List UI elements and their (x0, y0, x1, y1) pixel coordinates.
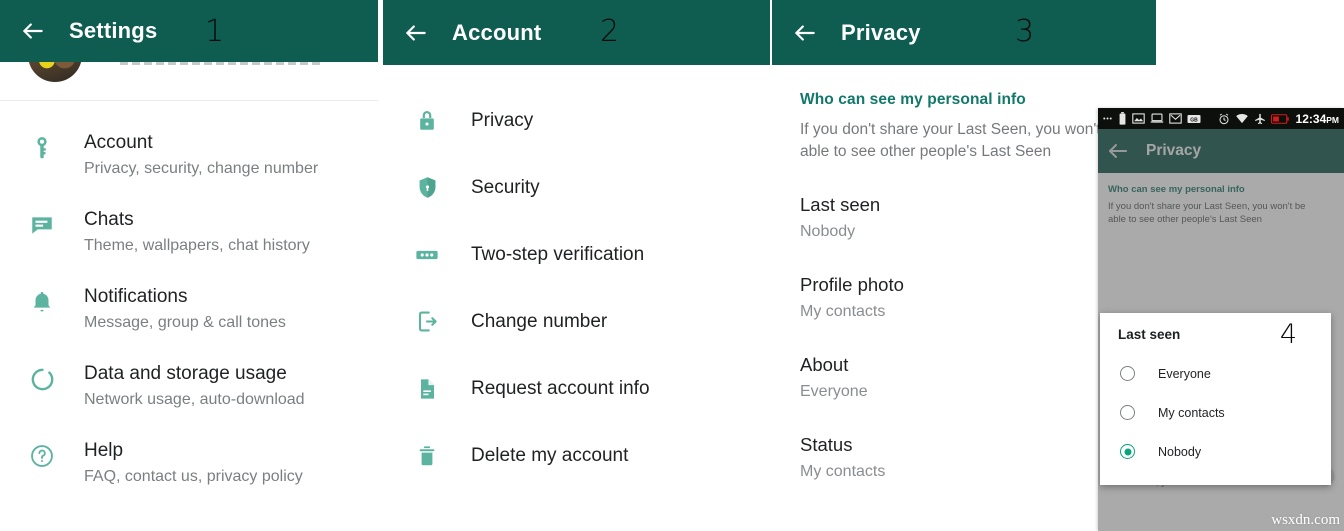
row-title: Account (84, 132, 153, 153)
radio-option-my-contacts[interactable]: My contacts (1100, 393, 1331, 432)
alarm-icon (1218, 113, 1230, 125)
trash-icon (383, 444, 471, 468)
radio-icon[interactable] (1120, 366, 1135, 381)
panel-settings: Settings 1 Account Privacy, security, ch… (0, 0, 378, 531)
radio-option-nobody[interactable]: Nobody (1100, 432, 1331, 471)
step-number-2: 2 (600, 14, 620, 49)
settings-list: Account Privacy, security, change number… (0, 101, 378, 502)
phone-content: Who can see my personal info If you don'… (1098, 173, 1344, 531)
radio-label: My contacts (1158, 405, 1225, 420)
account-row-request-account-info[interactable]: Request account info (383, 355, 770, 422)
status-bar-clock: 12:34PM (1296, 112, 1339, 126)
page-title: Settings (69, 18, 158, 43)
chat-icon (0, 208, 84, 238)
clock-time: 12:34 (1295, 111, 1327, 126)
section-description: If you don't share your Last Seen, you w… (800, 121, 1123, 160)
account-row-label: Two-step verification (471, 243, 645, 265)
radio-option-everyone[interactable]: Everyone (1100, 354, 1331, 393)
bell-icon (0, 285, 84, 315)
row-title: Notifications (84, 286, 188, 307)
row-title: Chats (84, 209, 134, 230)
account-row-label: Request account info (471, 377, 650, 399)
radio-label: Nobody (1158, 444, 1202, 459)
data-usage-icon (0, 362, 84, 393)
section-header: Who can see my personal info (1108, 184, 1245, 195)
phone-privacy-appbar: Privacy (1098, 129, 1344, 173)
row-subtitle: Message, group & call tones (84, 314, 286, 331)
profile-strip[interactable] (0, 62, 378, 100)
settings-row-account[interactable]: Account Privacy, security, change number (0, 117, 378, 194)
account-row-delete-my-account[interactable]: Delete my account (383, 422, 770, 489)
last-seen-dialog: Last seen 4 Everyone My contacts Nobody (1100, 313, 1331, 485)
watermark: wsxdn.com (1271, 512, 1340, 528)
gb-badge-icon: GB (1187, 114, 1201, 124)
radio-icon[interactable] (1120, 405, 1135, 420)
android-status-bar: GB 12:34PM (1098, 108, 1344, 129)
sim-swap-icon (383, 309, 471, 334)
svg-text:GB: GB (1190, 117, 1198, 123)
panel-phone-screenshot: GB 12:34PM Privacy Who can see my person… (1098, 108, 1344, 531)
step-number-4: 4 (1279, 319, 1297, 350)
section-description: If you don't share your Last Seen, you w… (1108, 201, 1306, 225)
more-dots-icon (1102, 113, 1113, 124)
settings-row-help[interactable]: Help FAQ, contact us, privacy policy (0, 425, 378, 502)
page-title: Privacy (841, 19, 921, 45)
wifi-icon (1235, 113, 1249, 124)
step-number-1: 1 (205, 14, 225, 49)
row-title: Data and storage usage (84, 363, 287, 384)
lock-icon (383, 109, 471, 133)
account-row-label: Change number (471, 310, 608, 332)
row-subtitle: Privacy, security, change number (84, 160, 319, 177)
page-title: Account (452, 19, 542, 45)
photo-icon (1132, 113, 1145, 124)
account-row-label: Privacy (471, 109, 534, 131)
airplane-icon (1254, 113, 1266, 125)
back-arrow-icon[interactable] (403, 20, 429, 46)
settings-row-data-storage[interactable]: Data and storage usage Network usage, au… (0, 348, 378, 425)
document-icon (383, 377, 471, 401)
laptop-icon (1150, 113, 1164, 124)
page-title: Privacy (1146, 142, 1202, 159)
row-subtitle: FAQ, contact us, privacy policy (84, 468, 303, 485)
avatar (28, 62, 82, 82)
settings-appbar: Settings (0, 0, 378, 62)
row-subtitle: Network usage, auto-download (84, 391, 305, 408)
battery-icon (1118, 112, 1127, 125)
account-row-privacy[interactable]: Privacy (383, 87, 770, 154)
gmail-icon (1169, 113, 1182, 124)
battery-low-icon (1270, 113, 1289, 124)
dots-icon (383, 242, 471, 268)
account-row-label: Delete my account (471, 444, 629, 466)
shield-icon (383, 175, 471, 200)
row-subtitle: Theme, wallpapers, chat history (84, 237, 310, 254)
section-header: Who can see my personal info (800, 91, 1026, 108)
row-title: Help (84, 440, 124, 461)
back-arrow-icon[interactable] (1106, 139, 1130, 163)
account-row-change-number[interactable]: Change number (383, 288, 770, 355)
help-icon (0, 439, 84, 469)
key-icon (0, 131, 84, 161)
radio-label: Everyone (1158, 366, 1211, 381)
panel-account: Account 2 Privacy Security Two-step veri… (383, 0, 770, 531)
account-row-two-step-verification[interactable]: Two-step verification (383, 221, 770, 288)
step-number-3: 3 (1015, 14, 1035, 49)
privacy-appbar: Privacy (772, 0, 1156, 65)
back-arrow-icon[interactable] (20, 18, 46, 44)
account-row-security[interactable]: Security (383, 154, 770, 221)
account-appbar: Account (383, 0, 770, 65)
back-arrow-icon[interactable] (792, 20, 818, 46)
account-list: Privacy Security Two-step verification C… (383, 65, 770, 489)
clock-ampm: PM (1326, 114, 1339, 125)
radio-icon-selected[interactable] (1120, 444, 1135, 459)
settings-row-notifications[interactable]: Notifications Message, group & call tone… (0, 271, 378, 348)
profile-subtitle-cropped (120, 62, 320, 65)
account-row-label: Security (471, 176, 540, 198)
settings-row-chats[interactable]: Chats Theme, wallpapers, chat history (0, 194, 378, 271)
